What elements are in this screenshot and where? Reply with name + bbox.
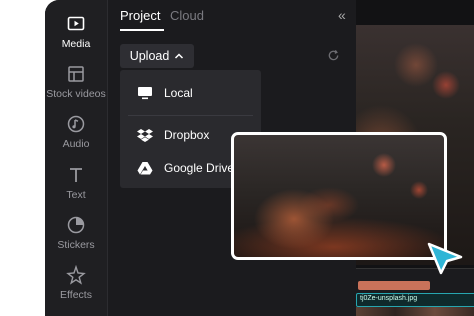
side-rail: Media Stock videos Audio Text Stickers E… [45,0,108,316]
audio-icon [67,115,85,133]
tab-cloud[interactable]: Cloud [170,8,204,23]
upload-button-label: Upload [129,49,170,63]
rail-item-audio[interactable]: Audio [45,114,107,150]
rail-label-media: Media [61,38,91,50]
stickers-icon [67,216,85,234]
rail-label-effects: Effects [60,289,92,301]
rail-item-media[interactable]: Media [45,14,107,50]
menu-item-local[interactable]: Local [120,80,261,106]
timeline-thumbnail-strip [356,307,474,316]
rail-item-effects[interactable]: Effects [45,265,107,301]
rail-item-stickers[interactable]: Stickers [45,215,107,251]
refresh-icon[interactable] [327,49,340,62]
google-drive-icon [136,161,154,175]
menu-item-google-drive-label: Google Drive [164,161,235,175]
media-icon [67,16,85,31]
monitor-icon [136,86,154,100]
timeline-clip-name: tj0Ze-unsplash.jpg [360,295,418,302]
tab-active-indicator [120,29,164,31]
rail-item-stock-videos[interactable]: Stock videos [45,64,107,100]
timeline-clip[interactable]: tj0Ze-unsplash.jpg [356,293,474,307]
rail-item-text[interactable]: Text [45,165,107,201]
rail-label-audio: Audio [62,138,90,150]
chevron-up-icon [175,53,184,59]
stock-videos-icon [68,66,84,82]
double-chevron-left-icon[interactable]: « [338,7,346,23]
menu-item-local-label: Local [164,86,193,100]
pointer-cursor-icon [427,242,463,275]
tab-project[interactable]: Project [120,8,160,23]
dragged-media-thumbnail[interactable] [231,132,447,260]
rail-label-stock-videos: Stock videos [46,88,106,100]
menu-divider [128,115,253,116]
text-icon [70,168,82,182]
dropbox-icon [136,128,154,142]
effects-icon [66,265,86,285]
upload-button[interactable]: Upload [120,44,194,68]
menu-item-dropbox-label: Dropbox [164,128,210,142]
timeline-audio-track[interactable] [358,281,430,290]
rail-label-text: Text [66,189,86,201]
rail-label-stickers: Stickers [57,239,95,251]
